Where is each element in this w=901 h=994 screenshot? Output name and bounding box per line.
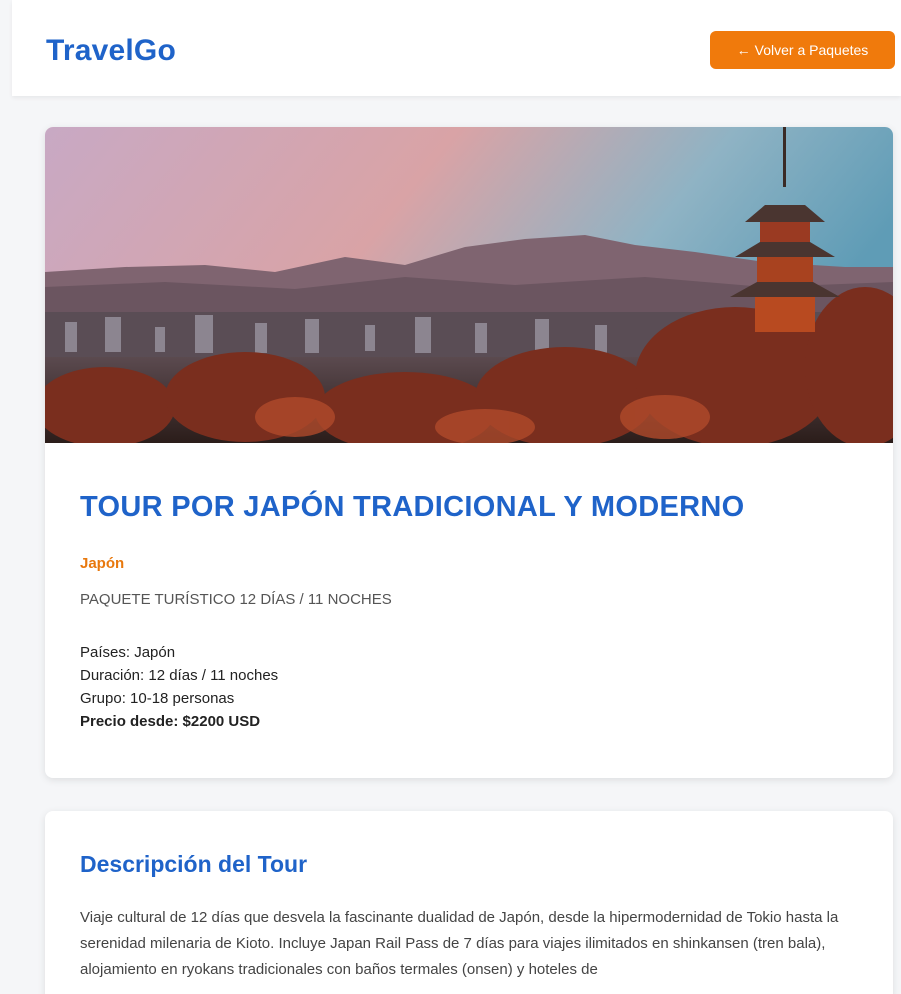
back-to-packages-button[interactable]: ← Volver a Paquetes [710, 31, 895, 69]
description-title: Descripción del Tour [80, 851, 308, 877]
tour-summary-card: TOUR POR JAPÓN TRADICIONAL Y MODERNO Jap… [45, 127, 893, 778]
arrow-left-icon: ← [736, 42, 751, 58]
tour-title: TOUR POR JAPÓN TRADICIONAL Y MODERNO [80, 491, 745, 523]
detail-group: Grupo: 10-18 personas [80, 690, 235, 707]
detail-price: Precio desde: $2200 USD [80, 713, 261, 730]
detail-duration: Duración: 12 días / 11 noches [80, 667, 279, 684]
description-text: Viaje cultural de 12 días que desvela la… [80, 909, 839, 978]
tour-details: Países: Japón Duración: 12 días / 11 noc… [80, 641, 278, 733]
kyoto-pagoda-sunset-image [45, 127, 893, 443]
travelgo-logo[interactable]: TravelGo [46, 34, 176, 68]
back-button-label: Volver a Paquetes [754, 42, 869, 58]
top-header: TravelGo ← Volver a Paquetes [12, 0, 901, 96]
tour-description-card: Descripción del Tour Viaje cultural de 1… [45, 811, 893, 994]
tour-package-subtitle: PAQUETE TURÍSTICO 12 DÍAS / 11 NOCHES [80, 591, 392, 608]
tour-country: Japón [80, 555, 125, 572]
detail-countries: Países: Japón [80, 644, 176, 661]
